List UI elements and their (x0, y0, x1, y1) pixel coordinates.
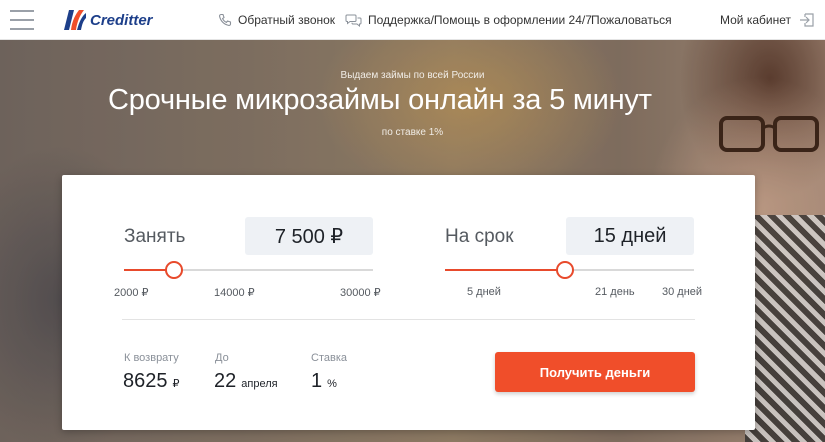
site-header: Creditter Обратный звонок Поддержка/Помо… (0, 0, 825, 40)
until-day: 22 (214, 370, 237, 392)
amount-slider[interactable] (124, 259, 373, 281)
callback-label: Обратный звонок (238, 13, 336, 27)
loan-calculator: Занять 7 500 ₽ 2000 ₽ 14000 ₽ 30000 ₽ На… (62, 175, 755, 430)
rate-number: 1 (311, 370, 323, 392)
amount-slider-handle[interactable] (164, 261, 183, 279)
login-icon (800, 13, 814, 27)
cabinet-link[interactable]: Мой кабинет (720, 0, 815, 40)
term-label: На срок (445, 226, 514, 247)
support-label: Поддержка/Помощь в оформлении 24/7 (368, 13, 592, 27)
until-month: апреля (241, 378, 278, 390)
phone-icon (219, 13, 232, 26)
return-amount: 8625 (123, 370, 168, 392)
term-input[interactable]: 15 дней (566, 217, 694, 255)
cabinet-label: Мой кабинет (720, 13, 792, 27)
term-tick-mid: 21 день (595, 286, 635, 298)
amount-label: Занять (124, 226, 186, 247)
term-slider-handle[interactable] (555, 261, 574, 279)
complain-label: Пожаловаться (591, 13, 672, 27)
hero-subtitle: Выдаем займы по всей России (340, 70, 485, 81)
get-money-button[interactable]: Получить деньги (495, 352, 695, 392)
menu-icon[interactable] (10, 10, 34, 30)
callback-link[interactable]: Обратный звонок (218, 0, 335, 40)
hero-title: Срочные микрозаймы онлайн за 5 минут (108, 84, 652, 116)
hero-rate-note: по ставке 1% (381, 127, 444, 138)
term-slider[interactable] (445, 259, 694, 281)
amount-tick-mid: 14000 ₽ (214, 287, 255, 299)
return-label: К возврату (124, 352, 179, 364)
until-label: До (215, 352, 229, 364)
support-link[interactable]: Поддержка/Помощь в оформлении 24/7 (345, 0, 592, 40)
return-value: 8625 ₽ (123, 370, 180, 393)
rate-percent: % (327, 378, 337, 390)
logo-text: Creditter (90, 11, 153, 29)
calculator-divider (122, 319, 695, 320)
complain-link[interactable]: Пожаловаться (591, 0, 672, 40)
rate-value: 1% (311, 370, 337, 393)
amount-tick-max: 30000 ₽ (340, 287, 381, 299)
chat-icon (345, 14, 362, 27)
term-tick-max: 30 дней (662, 286, 703, 298)
hero-photo-scarf (745, 215, 825, 442)
until-value: 22 апреля (214, 370, 278, 393)
return-currency: ₽ (172, 378, 180, 390)
creditter-logo-icon (64, 10, 86, 30)
amount-input[interactable]: 7 500 ₽ (245, 217, 373, 255)
term-slider-fill (445, 269, 565, 271)
amount-tick-min: 2000 ₽ (114, 287, 149, 299)
term-tick-min: 5 дней (467, 286, 501, 298)
logo[interactable]: Creditter (60, 6, 153, 34)
rate-label: Ставка (311, 352, 347, 364)
